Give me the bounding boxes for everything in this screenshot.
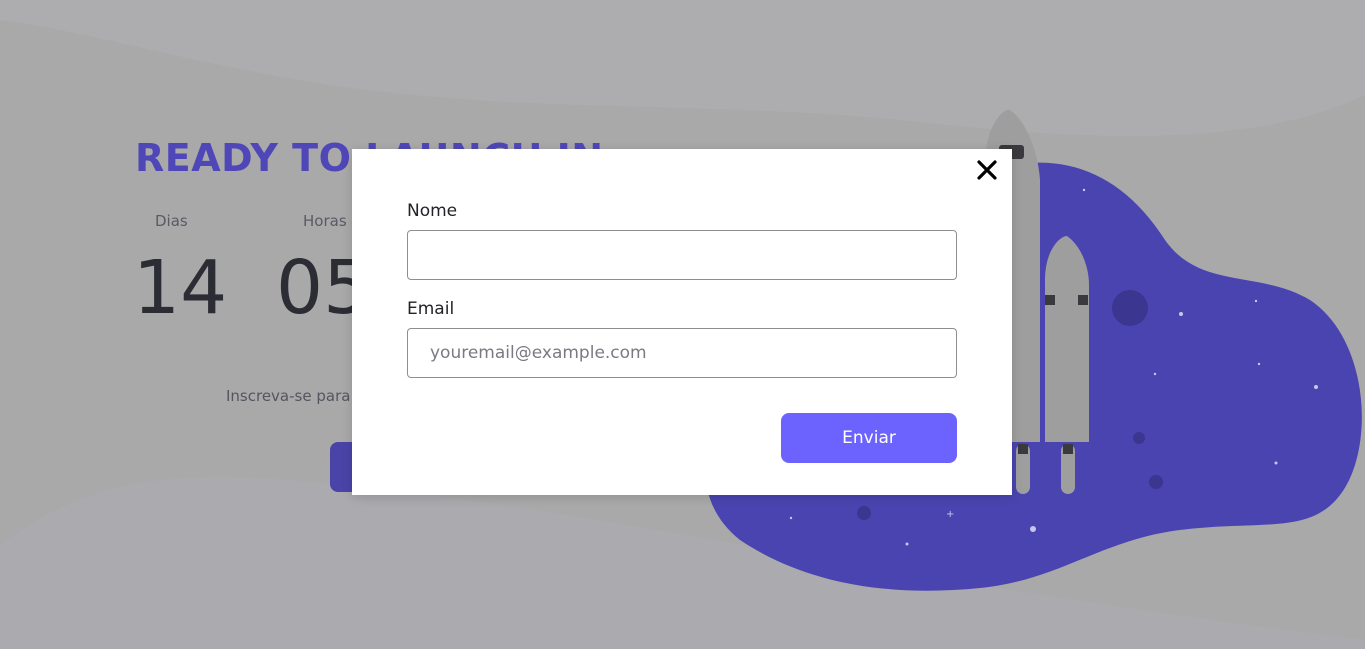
close-icon[interactable] bbox=[976, 159, 998, 181]
email-input[interactable] bbox=[407, 328, 957, 378]
subscribe-modal: Nome Email Enviar bbox=[352, 149, 1012, 495]
email-label: Email bbox=[407, 299, 455, 319]
countdown-days-value: 14 bbox=[133, 245, 228, 331]
countdown-days-label: Dias bbox=[155, 212, 188, 230]
name-input[interactable] bbox=[407, 230, 957, 280]
name-label: Nome bbox=[407, 201, 458, 221]
launch-page: + READY TO LAUNCH IN Dias 14 Horas 05 In… bbox=[0, 0, 1365, 649]
subscribe-text: Inscreva-se para bbox=[226, 387, 351, 405]
top-wave bbox=[0, 0, 1365, 136]
countdown-hours-label: Horas bbox=[303, 212, 347, 230]
submit-button[interactable]: Enviar bbox=[781, 413, 957, 463]
svg-text:+: + bbox=[946, 509, 954, 520]
